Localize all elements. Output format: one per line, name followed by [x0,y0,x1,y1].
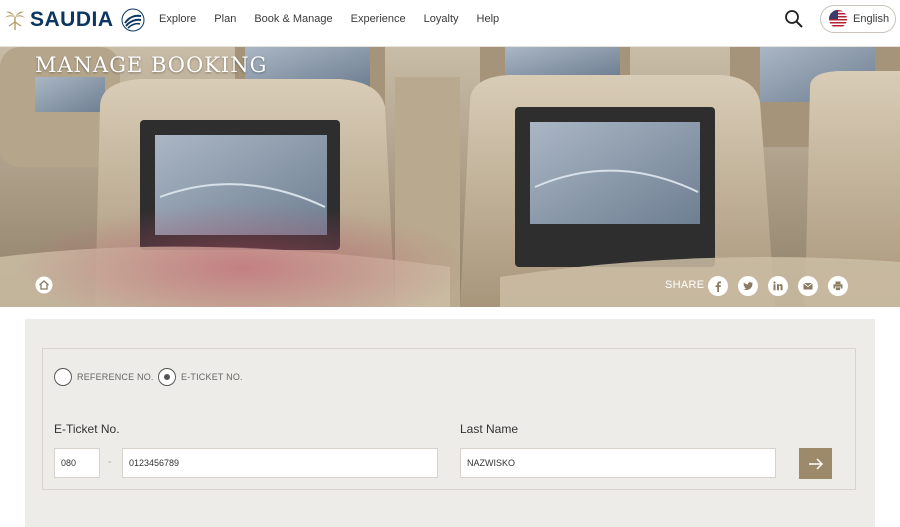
print-icon[interactable] [828,276,848,296]
mail-icon[interactable] [798,276,818,296]
palm-logo-icon [5,11,25,31]
hero-cabin-image [0,47,900,307]
ticket-number-input[interactable] [122,448,438,478]
home-icon[interactable] [35,276,53,294]
option-reference-no[interactable]: REFERENCE NO. [54,368,154,386]
linkedin-icon[interactable] [768,276,788,296]
reference-radio-label: REFERENCE NO. [77,372,154,382]
lastname-label: Last Name [460,422,519,436]
nav-help[interactable]: Help [477,12,500,26]
ticket-prefix-input[interactable] [54,448,100,478]
eticket-radio-label: E-TICKET NO. [181,372,243,382]
share-label: SHARE [665,279,705,291]
ticket-separator: - [108,456,112,468]
us-flag-icon [829,10,847,28]
page-title: MANAGE BOOKING [35,53,268,77]
nav-experience[interactable]: Experience [351,12,406,26]
search-icon[interactable] [784,9,804,29]
manage-booking-form: REFERENCE NO. E-TICKET NO. E-Ticket No. … [25,319,875,527]
hero-banner: MANAGE BOOKING SHARE [0,47,900,307]
nav-explore[interactable]: Explore [159,12,196,26]
nav-loyalty[interactable]: Loyalty [424,12,459,26]
submit-button[interactable] [799,448,832,479]
language-label: English [853,13,890,25]
nav-book-manage[interactable]: Book & Manage [254,12,332,26]
brand-name: SAUDIA [30,8,114,31]
form-box: REFERENCE NO. E-TICKET NO. E-Ticket No. … [42,348,856,490]
arrow-right-icon [808,457,823,470]
twitter-icon[interactable] [738,276,758,296]
skyteam-icon [121,8,145,32]
nav-plan[interactable]: Plan [214,12,236,26]
language-selector[interactable]: English [820,5,896,33]
reference-radio[interactable] [54,368,72,386]
saudia-logo[interactable]: SAUDIA [3,6,146,34]
top-header: SAUDIA Explore Plan Book & Manage Experi… [0,0,900,47]
eticket-label: E-Ticket No. [54,422,120,436]
lastname-input[interactable] [460,448,776,478]
eticket-radio[interactable] [158,368,176,386]
main-nav: Explore Plan Book & Manage Experience Lo… [159,12,517,26]
facebook-icon[interactable] [708,276,728,296]
option-eticket-no[interactable]: E-TICKET NO. [158,368,243,386]
